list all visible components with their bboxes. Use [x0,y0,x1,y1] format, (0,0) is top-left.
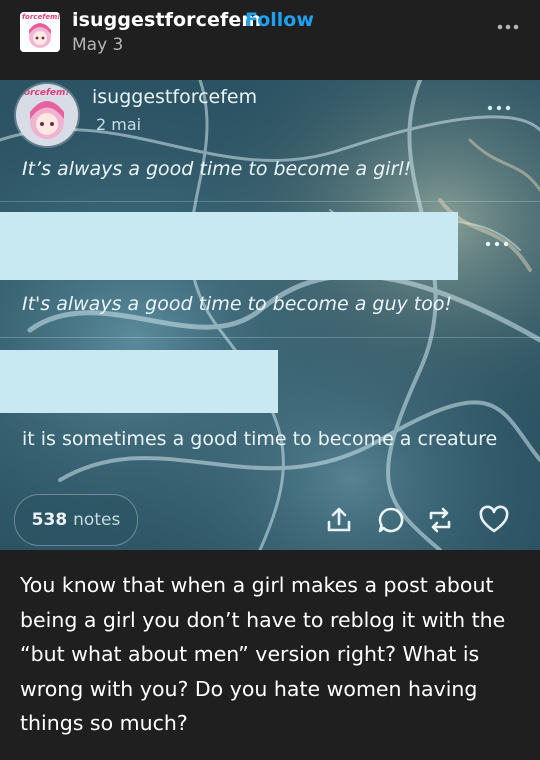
embedded-line-1: It’s always a good time to become a girl… [22,158,412,180]
follow-button[interactable]: Follow [245,9,314,31]
notes-button: 538 notes [14,494,138,546]
reblog-icon [424,504,456,536]
embedded-more-icon [487,105,511,111]
embedded-screenshot: forcefem! isuggestforcefem 2 mai It’s al… [0,80,540,550]
notes-label: notes [73,510,121,530]
share-icon [323,504,355,536]
embedded-date: 2 mai [96,115,142,134]
embedded-avatar-text: forcefem! [20,88,70,98]
embedded-avatar: forcefem! [16,84,78,146]
post-header: forcefem! isuggestforcefem Follow May 3 [0,0,540,80]
more-horizontal-icon[interactable] [496,22,520,32]
embedded-line-3: it is sometimes a good time to become a … [22,428,498,450]
embedded-author-name: isuggestforcefem [92,86,258,108]
notes-count: 538 [31,510,68,530]
redacted-block [0,350,278,413]
reply-icon [375,504,407,536]
author-avatar[interactable]: forcefem! [20,12,60,52]
author-name[interactable]: isuggestforcefem [72,9,261,31]
divider [0,337,540,338]
redacted-block [0,212,458,280]
embedded-more-icon [485,241,509,247]
embedded-line-2: It's always a good time to become a guy … [22,293,453,315]
divider [0,201,540,202]
like-icon [478,504,510,536]
avatar-text: forcefem! [22,13,60,21]
abstract-background [0,80,540,550]
post-caption: You know that when a girl makes a post a… [20,573,506,735]
post-date: May 3 [72,35,124,55]
